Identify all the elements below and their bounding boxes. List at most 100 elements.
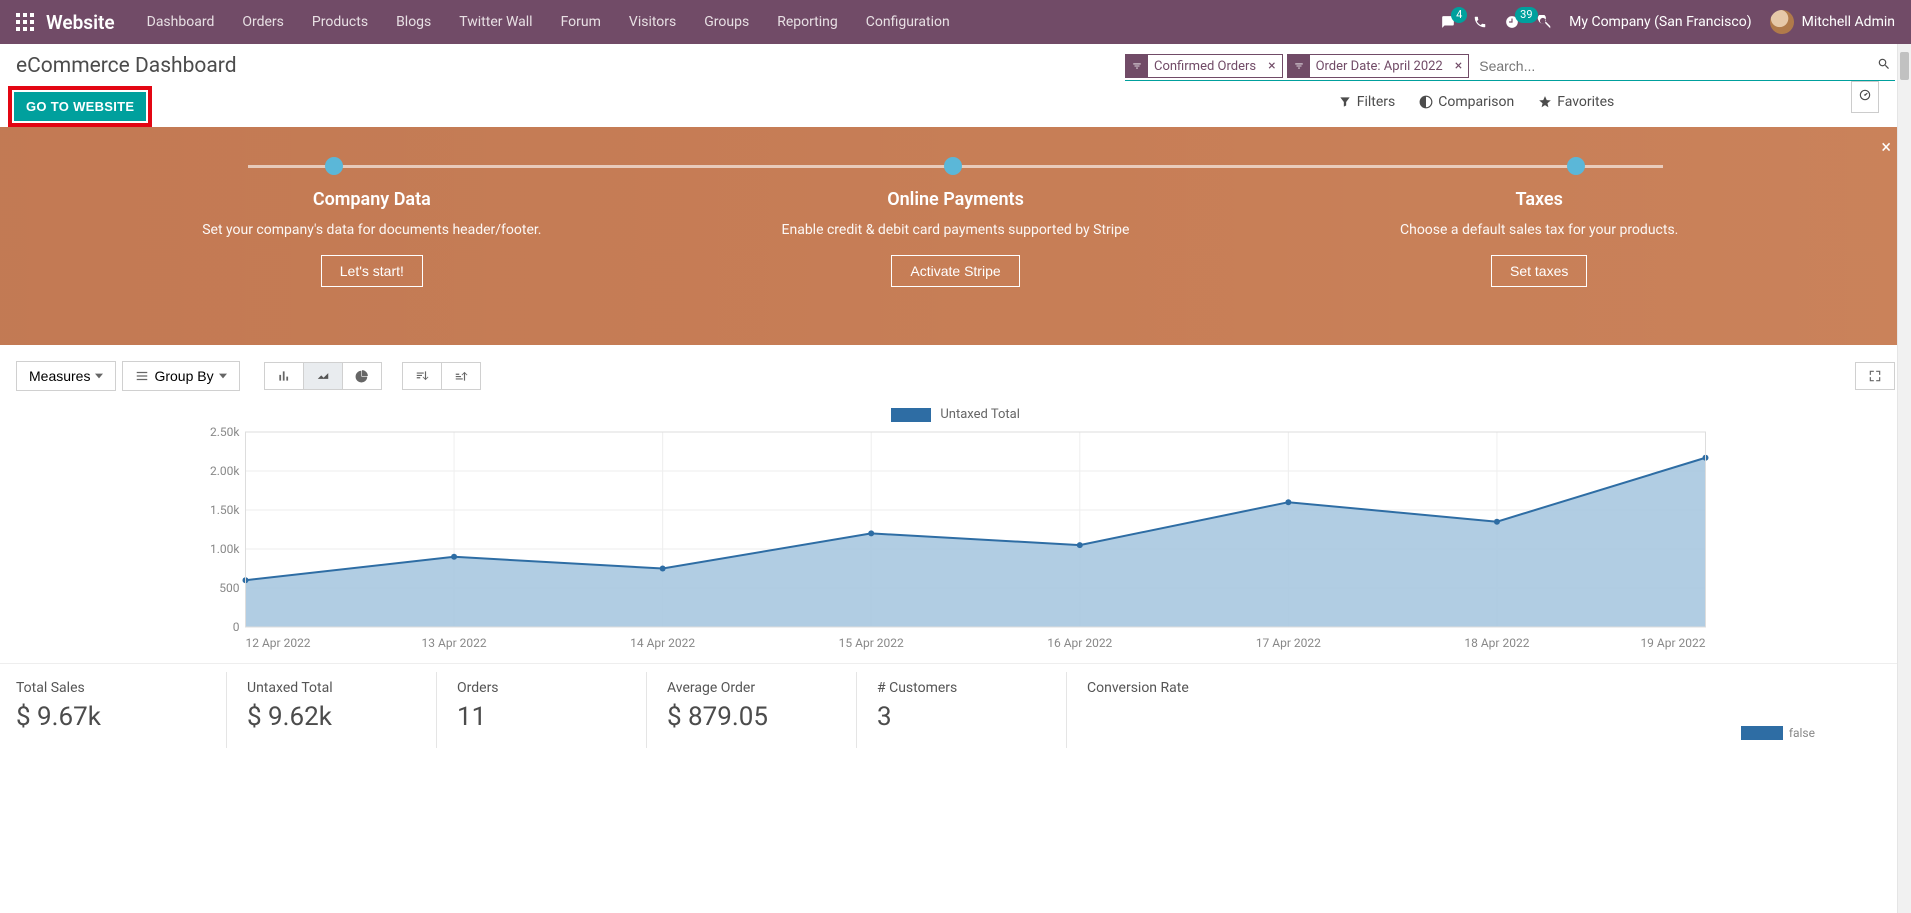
- phone-icon[interactable]: [1473, 15, 1487, 29]
- bar-chart-button[interactable]: [264, 362, 304, 390]
- close-icon[interactable]: ×: [1881, 137, 1891, 158]
- menu-configuration[interactable]: Configuration: [854, 6, 962, 38]
- expand-button[interactable]: [1855, 362, 1895, 390]
- chart-area: Untaxed Total 05001.00k1.50k2.00k2.50k12…: [0, 407, 1911, 663]
- onboard-step-taxes: Taxes Choose a default sales tax for you…: [1247, 189, 1831, 325]
- search-options: Filters Comparison Favorites: [1338, 84, 1639, 110]
- onboarding-banner: × Company Data Set your company's data f…: [0, 127, 1911, 345]
- avatar-icon: [1770, 10, 1794, 34]
- menu-groups[interactable]: Groups: [692, 6, 761, 38]
- facet-order-date: Order Date: April 2022 ×: [1287, 54, 1470, 78]
- group-by-dropdown[interactable]: Group By: [122, 361, 239, 391]
- search-bar: Confirmed Orders × Order Date: April 202…: [1125, 54, 1895, 81]
- step-title: Online Payments: [684, 189, 1228, 210]
- messages-icon[interactable]: 4: [1441, 15, 1455, 29]
- activate-stripe-button[interactable]: Activate Stripe: [891, 255, 1019, 287]
- legend-label: false: [1789, 726, 1815, 740]
- step-dot-3: [1567, 157, 1585, 175]
- svg-text:2.50k: 2.50k: [210, 426, 240, 439]
- brand-label[interactable]: Website: [46, 11, 115, 34]
- main-menu: Dashboard Orders Products Blogs Twitter …: [135, 6, 962, 38]
- apps-icon[interactable]: [16, 13, 34, 31]
- step-desc: Choose a default sales tax for your prod…: [1267, 220, 1811, 241]
- facet-label: Confirmed Orders: [1148, 59, 1262, 74]
- user-menu[interactable]: Mitchell Admin: [1770, 10, 1895, 34]
- svg-text:17 Apr 2022: 17 Apr 2022: [1256, 636, 1321, 650]
- debug-icon[interactable]: [1537, 15, 1551, 29]
- kpi-customers: # Customers 3: [856, 672, 1046, 748]
- onboard-step-company: Company Data Set your company's data for…: [80, 189, 664, 325]
- caret-down-icon: [95, 372, 103, 380]
- activities-icon[interactable]: 39: [1505, 15, 1519, 29]
- menu-forum[interactable]: Forum: [549, 6, 613, 38]
- kpi-conversion-rate: Conversion Rate false: [1066, 672, 1875, 748]
- svg-text:16 Apr 2022: 16 Apr 2022: [1047, 636, 1112, 650]
- kpi-average-order: Average Order $ 879.05: [646, 672, 836, 748]
- menu-products[interactable]: Products: [300, 6, 380, 38]
- step-title: Company Data: [100, 189, 644, 210]
- kpi-orders: Orders 11: [436, 672, 626, 748]
- favorites-dropdown[interactable]: Favorites: [1538, 94, 1614, 110]
- step-desc: Enable credit & debit card payments supp…: [684, 220, 1228, 241]
- kpi-value: $ 9.62k: [247, 702, 396, 732]
- svg-text:0: 0: [233, 620, 240, 634]
- menu-reporting[interactable]: Reporting: [765, 6, 850, 38]
- svg-text:18 Apr 2022: 18 Apr 2022: [1464, 636, 1529, 650]
- legend-label: Untaxed Total: [940, 407, 1019, 422]
- list-icon: [135, 369, 149, 383]
- legend-swatch: [1741, 726, 1783, 740]
- svg-text:1.50k: 1.50k: [210, 503, 240, 517]
- kpi-label: Orders: [457, 680, 606, 696]
- facet-remove[interactable]: ×: [1449, 58, 1468, 74]
- filter-icon: [1288, 55, 1310, 77]
- menu-twitter-wall[interactable]: Twitter Wall: [447, 6, 544, 38]
- facet-remove[interactable]: ×: [1262, 58, 1281, 74]
- facet-label: Order Date: April 2022: [1310, 59, 1449, 74]
- svg-text:2.00k: 2.00k: [210, 464, 240, 478]
- menu-visitors[interactable]: Visitors: [617, 6, 688, 38]
- top-navbar: Website Dashboard Orders Products Blogs …: [0, 0, 1911, 44]
- search-icon[interactable]: [1873, 55, 1895, 77]
- scrollbar-thumb[interactable]: [1900, 52, 1909, 80]
- page-title: eCommerce Dashboard: [16, 54, 237, 78]
- dashboard-view-button[interactable]: [1851, 81, 1879, 113]
- step-dot-1: [325, 157, 343, 175]
- step-dot-2: [944, 157, 962, 175]
- step-title: Taxes: [1267, 189, 1811, 210]
- filters-dropdown[interactable]: Filters: [1338, 94, 1396, 110]
- set-taxes-button[interactable]: Set taxes: [1491, 255, 1587, 287]
- kpi-label: Untaxed Total: [247, 680, 396, 696]
- line-chart-button[interactable]: [304, 362, 343, 390]
- menu-dashboard[interactable]: Dashboard: [135, 6, 227, 38]
- filter-icon: [1126, 55, 1148, 77]
- graph-toolbar: Measures Group By: [0, 345, 1911, 407]
- kpi-label: # Customers: [877, 680, 1026, 696]
- go-to-website-button[interactable]: GO TO WEBSITE: [14, 92, 146, 121]
- chart-legend: Untaxed Total: [16, 407, 1895, 422]
- kpi-label: Total Sales: [16, 680, 186, 696]
- user-name: Mitchell Admin: [1802, 14, 1895, 30]
- messages-badge: 4: [1451, 7, 1467, 23]
- pie-chart-button[interactable]: [343, 362, 382, 390]
- menu-orders[interactable]: Orders: [230, 6, 296, 38]
- svg-text:500: 500: [219, 581, 239, 595]
- scrollbar[interactable]: [1897, 44, 1911, 913]
- measures-dropdown[interactable]: Measures: [16, 361, 116, 391]
- sort-desc-button[interactable]: [402, 362, 442, 390]
- kpi-untaxed-total: Untaxed Total $ 9.62k: [226, 672, 416, 748]
- kpi-value: 11: [457, 702, 606, 732]
- svg-text:15 Apr 2022: 15 Apr 2022: [839, 636, 904, 650]
- go-to-website-highlight: GO TO WEBSITE: [8, 86, 152, 127]
- svg-text:19 Apr 2022: 19 Apr 2022: [1640, 636, 1705, 650]
- activities-badge: 39: [1515, 7, 1537, 23]
- lets-start-button[interactable]: Let's start!: [321, 255, 423, 287]
- chart-type-group: [264, 362, 382, 390]
- menu-blogs[interactable]: Blogs: [384, 6, 443, 38]
- company-switcher[interactable]: My Company (San Francisco): [1569, 14, 1751, 30]
- legend-swatch: [891, 408, 931, 422]
- facet-confirmed-orders: Confirmed Orders ×: [1125, 54, 1283, 78]
- comparison-dropdown[interactable]: Comparison: [1419, 94, 1514, 110]
- sort-asc-button[interactable]: [442, 362, 481, 390]
- control-panel: eCommerce Dashboard GO TO WEBSITE Confir…: [0, 44, 1911, 127]
- search-input[interactable]: [1473, 54, 1873, 78]
